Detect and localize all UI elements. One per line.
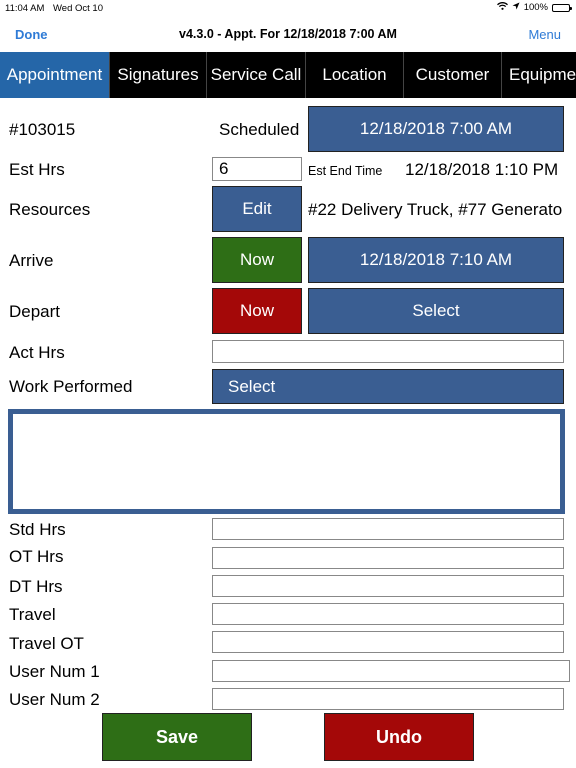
tab-customer[interactable]: Customer — [404, 52, 502, 98]
status-time: 11:04 AM — [5, 3, 45, 14]
act-hrs-input[interactable] — [212, 340, 564, 363]
tab-bar: Appointment Signatures Service Call Loca… — [0, 52, 576, 98]
dt-hrs-input[interactable] — [212, 575, 564, 597]
work-performed-select-button[interactable]: Select — [212, 369, 564, 404]
act-hrs-label: Act Hrs — [9, 343, 65, 362]
status-label: Scheduled — [219, 120, 300, 139]
battery-percent: 100% — [523, 2, 548, 13]
done-button[interactable]: Done — [15, 27, 48, 42]
status-date: Wed Oct 10 — [53, 3, 103, 14]
status-indicators: 100% — [496, 2, 572, 13]
work-performed-label: Work Performed — [9, 377, 133, 396]
save-button[interactable]: Save — [102, 713, 252, 761]
depart-select-button[interactable]: Select — [308, 288, 564, 334]
user-num-2-label: User Num 2 — [9, 690, 100, 709]
travel-ot-input[interactable] — [212, 631, 564, 653]
ot-hrs-input[interactable] — [212, 547, 564, 569]
resources-edit-button[interactable]: Edit — [212, 186, 302, 232]
arrive-label: Arrive — [9, 251, 54, 270]
resources-label: Resources — [9, 200, 91, 219]
arrive-datetime-button[interactable]: 12/18/2018 7:10 AM — [308, 237, 564, 283]
battery-icon — [552, 3, 572, 12]
travel-label: Travel — [9, 605, 56, 624]
work-performed-notes[interactable] — [8, 409, 565, 514]
undo-button[interactable]: Undo — [324, 713, 474, 761]
est-end-time-label: Est End Time — [308, 164, 383, 178]
tab-appointment[interactable]: Appointment — [0, 52, 110, 98]
travel-input[interactable] — [212, 603, 564, 625]
std-hrs-label: Std Hrs — [9, 520, 66, 539]
ot-hrs-label: OT Hrs — [9, 547, 64, 566]
navigation-bar: v4.3.0 - Appt. For 12/18/2018 7:00 AM Do… — [0, 16, 576, 52]
location-arrow-icon — [512, 2, 520, 13]
est-end-time-value: 12/18/2018 1:10 PM — [405, 160, 559, 179]
appointment-number: #103015 — [9, 120, 76, 139]
travel-ot-label: Travel OT — [9, 634, 84, 653]
std-hrs-input[interactable] — [212, 518, 564, 540]
tab-equipment[interactable]: Equipme — [502, 52, 576, 98]
user-num-1-input[interactable] — [212, 660, 570, 682]
est-hrs-input[interactable] — [212, 157, 302, 181]
dt-hrs-label: DT Hrs — [9, 577, 63, 596]
menu-button[interactable]: Menu — [528, 27, 561, 42]
wifi-icon — [496, 2, 508, 13]
page-title: v4.3.0 - Appt. For 12/18/2018 7:00 AM — [179, 27, 397, 41]
user-num-2-input[interactable] — [212, 688, 564, 710]
status-bar: 11:04 AM Wed Oct 10 100% — [0, 0, 576, 16]
depart-label: Depart — [9, 302, 61, 321]
depart-now-button[interactable]: Now — [212, 288, 302, 334]
est-hrs-label: Est Hrs — [9, 160, 65, 179]
resources-value: #22 Delivery Truck, #77 Generato — [308, 200, 563, 219]
user-num-1-label: User Num 1 — [9, 662, 100, 681]
tab-location[interactable]: Location — [306, 52, 404, 98]
tab-signatures[interactable]: Signatures — [110, 52, 207, 98]
scheduled-datetime-button[interactable]: 12/18/2018 7:00 AM — [308, 106, 564, 152]
arrive-now-button[interactable]: Now — [212, 237, 302, 283]
tab-service-call[interactable]: Service Call — [207, 52, 306, 98]
